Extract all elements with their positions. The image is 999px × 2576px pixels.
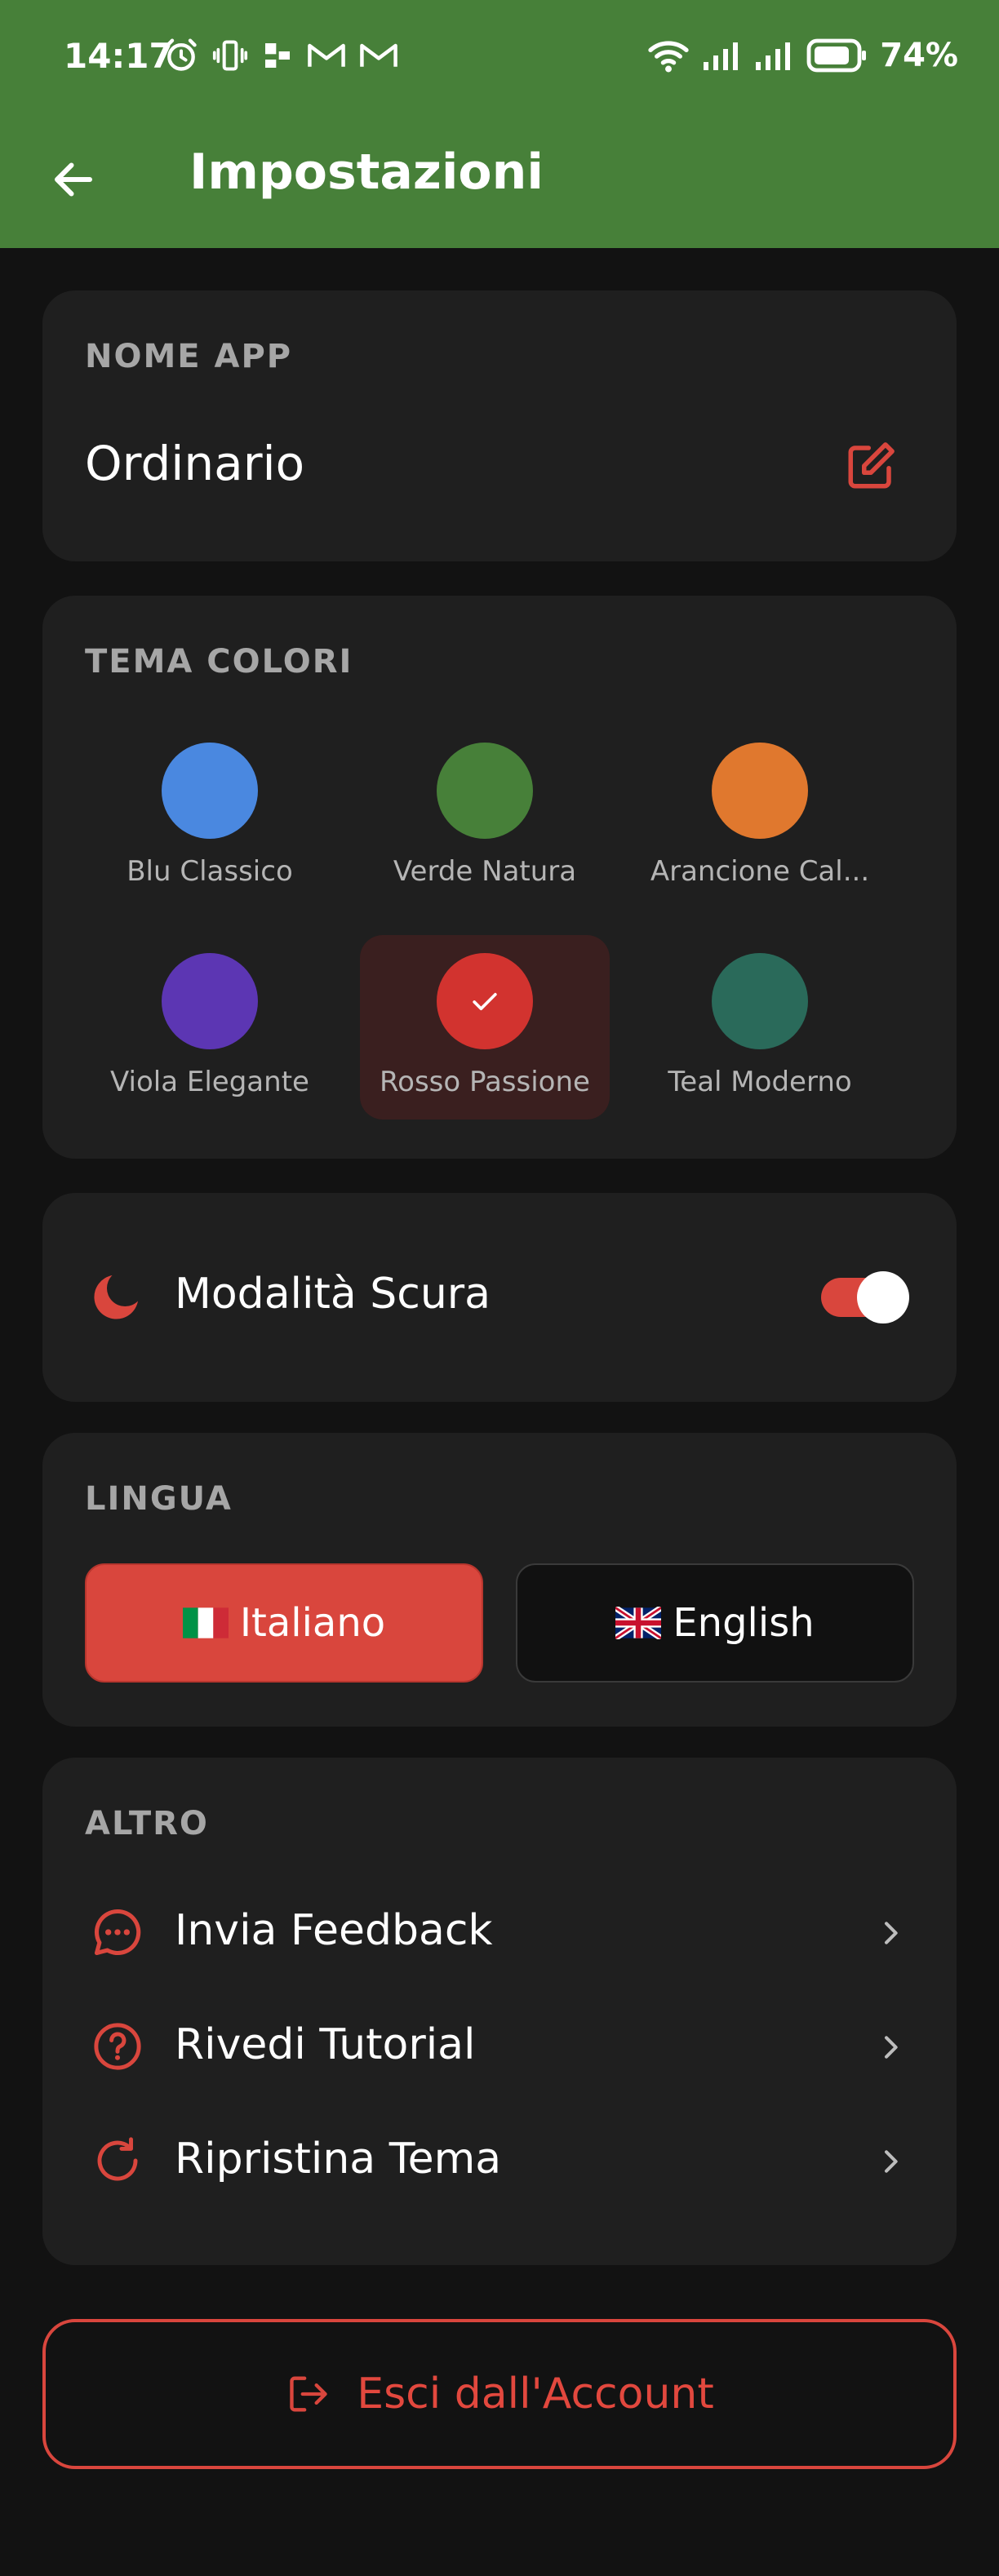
chevron-right-icon	[870, 2027, 911, 2068]
wifi-icon	[646, 38, 690, 73]
app-notification-icon	[261, 38, 294, 73]
check-icon	[473, 992, 497, 1010]
app-name-card: NOME APP Ordinario	[42, 290, 957, 561]
swatch-label: Teal Moderno	[668, 1066, 852, 1098]
theme-swatch-teal[interactable]: Teal Moderno	[635, 935, 885, 1120]
refresh-icon	[85, 2128, 150, 2193]
swatch-color-circle	[712, 953, 808, 1049]
theme-swatch-blue[interactable]: Blu Classico	[85, 725, 335, 909]
section-label-language: LINGUA	[85, 1480, 233, 1518]
status-bar: 14:17 74%	[0, 0, 999, 114]
dark-mode-label: Modalità Scura	[175, 1270, 491, 1319]
back-button[interactable]	[41, 147, 106, 212]
theme-swatch-red[interactable]: Rosso Passione	[360, 935, 610, 1120]
language-option-english[interactable]: English	[516, 1563, 914, 1683]
gmail-icon	[359, 39, 398, 72]
swatch-label: Viola Elegante	[110, 1066, 309, 1098]
help-circle-icon	[85, 2014, 150, 2079]
signal-icon	[754, 39, 795, 72]
menu-item-label: Ripristina Tema	[175, 2135, 502, 2184]
status-notification-icons	[163, 38, 398, 73]
menu-item-reset-theme[interactable]: Ripristina Tema	[42, 2108, 957, 2215]
moon-icon	[83, 1265, 149, 1330]
arrow-left-icon	[55, 162, 92, 197]
language-option-label: English	[673, 1600, 815, 1646]
uk-flag-icon	[615, 1607, 662, 1639]
italy-flag-icon	[182, 1607, 229, 1638]
chat-bubble-icon	[85, 1900, 150, 1965]
edit-icon	[848, 442, 895, 489]
menu-item-review-tutorial[interactable]: Rivedi Tutorial	[42, 1994, 957, 2100]
vibrate-icon	[212, 38, 248, 73]
swatch-label: Blu Classico	[127, 855, 293, 888]
logout-button[interactable]: Esci dall'Account	[42, 2319, 957, 2469]
gmail-icon	[307, 39, 346, 72]
toolbar: Impostazioni	[0, 122, 999, 228]
theme-swatch-green[interactable]: Verde Natura	[360, 725, 610, 909]
toggle-knob	[857, 1271, 909, 1323]
app-header: 14:17 74% Impostazioni	[0, 0, 999, 248]
menu-item-send-feedback[interactable]: Invia Feedback	[42, 1880, 957, 1986]
battery-percent: 74%	[880, 37, 958, 74]
language-card: LINGUA Italiano English	[42, 1433, 957, 1727]
battery-icon	[806, 38, 868, 73]
section-label-theme: TEMA COLORI	[85, 643, 353, 681]
theme-swatch-orange[interactable]: Arancione Cal...	[635, 725, 885, 909]
swatch-color-circle	[437, 743, 533, 839]
dark-mode-card: Modalità Scura	[42, 1193, 957, 1402]
theme-colors-card: TEMA COLORI Blu Classico Verde Natura Ar…	[42, 596, 957, 1159]
logout-label: Esci dall'Account	[357, 2370, 714, 2419]
other-card: ALTRO Invia Feedback Rivedi Tutorial Rip…	[42, 1758, 957, 2265]
swatch-color-circle	[162, 953, 258, 1049]
section-label-other: ALTRO	[85, 1805, 209, 1842]
signal-icon	[702, 39, 743, 72]
language-option-italiano[interactable]: Italiano	[85, 1563, 483, 1683]
swatch-label: Rosso Passione	[380, 1066, 590, 1098]
section-label-app-name: NOME APP	[85, 338, 293, 375]
swatch-color-circle	[437, 953, 533, 1049]
page-title: Impostazioni	[189, 144, 544, 201]
language-option-label: Italiano	[239, 1600, 386, 1646]
logout-icon	[290, 2376, 327, 2412]
swatch-label: Verde Natura	[393, 855, 577, 888]
menu-item-label: Rivedi Tutorial	[175, 2020, 476, 2069]
status-system-icons: 74%	[646, 36, 958, 75]
edit-app-name-button[interactable]	[842, 437, 899, 494]
theme-swatch-purple[interactable]: Viola Elegante	[85, 935, 335, 1120]
app-name-value: Ordinario	[85, 436, 305, 491]
dark-mode-toggle[interactable]	[821, 1271, 909, 1323]
swatch-color-circle	[712, 743, 808, 839]
status-time: 14:17	[64, 36, 173, 76]
alarm-icon	[163, 38, 199, 73]
menu-item-label: Invia Feedback	[175, 1906, 493, 1955]
swatch-label: Arancione Cal...	[650, 855, 870, 888]
swatch-color-circle	[162, 743, 258, 839]
chevron-right-icon	[870, 2141, 911, 2182]
chevron-right-icon	[870, 1913, 911, 1953]
